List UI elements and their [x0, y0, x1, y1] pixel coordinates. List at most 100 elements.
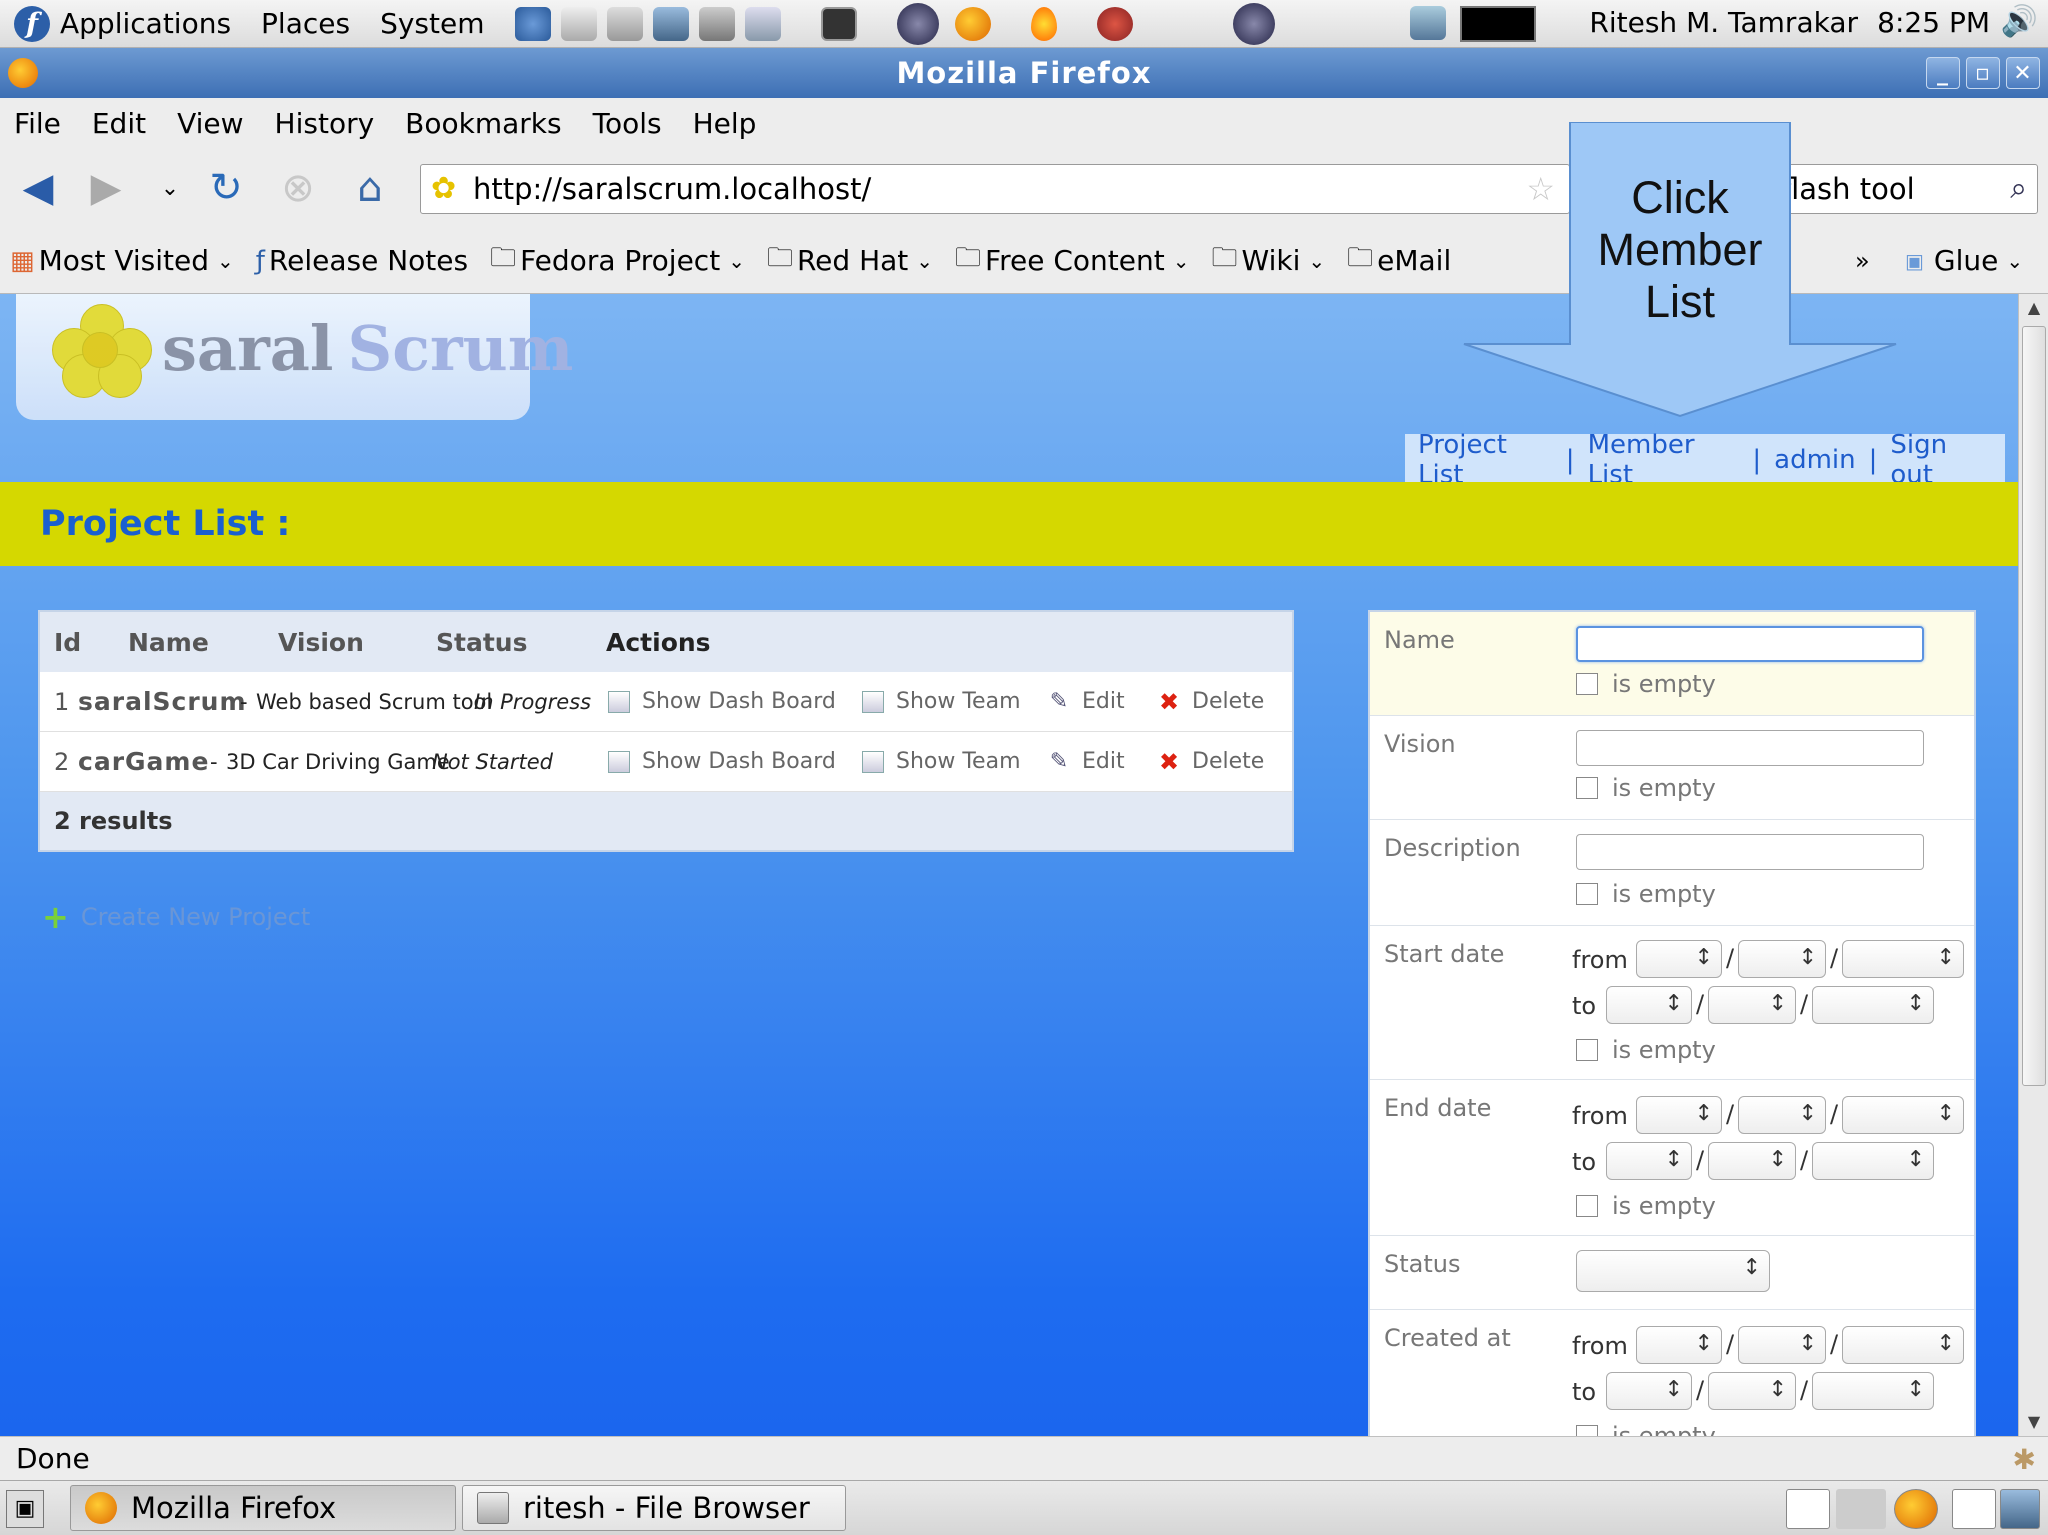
start-to-year-select[interactable] — [1812, 986, 1934, 1024]
status-select[interactable] — [1576, 1250, 1770, 1292]
presentation-launcher-icon[interactable] — [652, 6, 689, 41]
menu-edit[interactable]: Edit — [92, 107, 146, 140]
delete-link[interactable]: ✖ Delete — [1158, 748, 1264, 776]
editor-launcher-icon[interactable] — [606, 6, 643, 41]
description-filter-input[interactable] — [1576, 834, 1924, 870]
end-from-day-select[interactable] — [1636, 1096, 1722, 1134]
window-titlebar[interactable]: Mozilla Firefox _ ▫ ✕ — [0, 48, 2048, 98]
network-status-icon[interactable] — [1410, 6, 1446, 40]
site-logo[interactable]: saral Scrum — [16, 294, 573, 420]
bookmark-email[interactable]: 🗀 eMail — [1347, 239, 1451, 283]
show-team-link[interactable]: Show Team — [862, 749, 1021, 774]
camera-launcher-icon[interactable] — [698, 6, 735, 41]
menu-file[interactable]: File — [14, 107, 61, 140]
create-new-project-link[interactable]: + Create New Project — [42, 898, 310, 936]
bookmark-red-hat[interactable]: 🗀 Red Hat ⌄ — [767, 239, 933, 283]
workspace-1-icon[interactable] — [1786, 1489, 1830, 1529]
system-monitor-icon[interactable] — [1460, 6, 1536, 42]
home-icon[interactable]: ⌂ — [348, 165, 392, 211]
history-dropdown-icon[interactable]: ⌄ — [148, 166, 192, 210]
project-list-link[interactable]: Project List — [1405, 430, 1566, 490]
name-filter-input[interactable] — [1576, 626, 1924, 662]
reload-icon[interactable]: ↻ — [204, 165, 248, 211]
bookmark-wiki[interactable]: 🗀 Wiki ⌄ — [1212, 239, 1326, 283]
eclipse-alt-launcher-icon[interactable] — [1232, 2, 1275, 45]
created-from-month-select[interactable] — [1738, 1326, 1826, 1364]
sign-out-link[interactable]: Sign out — [1877, 430, 2005, 490]
scrollbar-thumb[interactable] — [2022, 326, 2046, 1086]
column-header-name[interactable]: Name — [128, 628, 209, 657]
apple-launcher-icon[interactable] — [1096, 6, 1133, 41]
column-header-status[interactable]: Status — [436, 628, 527, 657]
applications-menu[interactable]: Applications — [60, 7, 231, 40]
edit-link[interactable]: ✎ Edit — [1048, 749, 1125, 774]
vision-filter-input[interactable] — [1576, 730, 1924, 766]
start-date-is-empty-checkbox[interactable]: is empty — [1576, 1036, 1716, 1064]
scroll-down-icon[interactable]: ▼ — [2024, 1412, 2044, 1432]
menu-view[interactable]: View — [177, 107, 243, 140]
user-name[interactable]: Ritesh M. Tamrakar — [1589, 6, 1858, 39]
end-to-month-select[interactable] — [1708, 1142, 1796, 1180]
show-desktop-icon[interactable]: ▣ — [6, 1490, 44, 1528]
firefox-launcher-icon[interactable] — [954, 6, 991, 41]
back-arrow-icon[interactable]: ◀ — [16, 165, 60, 211]
search-icon[interactable]: ⌕ — [2010, 171, 2027, 206]
volume-icon[interactable]: 🔊 — [2001, 4, 2038, 39]
glue-button[interactable]: ▣ Glue ⌄ — [1905, 244, 2023, 277]
network-launcher-icon[interactable] — [514, 6, 551, 41]
admin-link[interactable]: admin — [1761, 445, 1868, 475]
menu-history[interactable]: History — [275, 107, 375, 140]
created-to-day-select[interactable] — [1606, 1372, 1692, 1410]
start-from-month-select[interactable] — [1738, 940, 1826, 978]
end-to-day-select[interactable] — [1606, 1142, 1692, 1180]
workspace-launcher-icon[interactable] — [744, 6, 781, 41]
start-from-day-select[interactable] — [1636, 940, 1722, 978]
trash-icon[interactable] — [2000, 1489, 2040, 1529]
bookmark-fedora-project[interactable]: 🗀 Fedora Project ⌄ — [490, 239, 745, 283]
created-from-day-select[interactable] — [1636, 1326, 1722, 1364]
menu-help[interactable]: Help — [693, 107, 757, 140]
end-to-year-select[interactable] — [1812, 1142, 1934, 1180]
edit-link[interactable]: ✎ Edit — [1048, 689, 1125, 714]
show-dashboard-link[interactable]: Show Dash Board — [608, 689, 836, 714]
created-to-year-select[interactable] — [1812, 1372, 1934, 1410]
column-header-id[interactable]: Id — [54, 628, 81, 657]
places-menu[interactable]: Places — [261, 7, 350, 40]
menu-tools[interactable]: Tools — [593, 107, 662, 140]
bookmark-free-content[interactable]: 🗀 Free Content ⌄ — [955, 239, 1189, 283]
start-from-year-select[interactable] — [1842, 940, 1964, 978]
clock[interactable]: 8:25 PM — [1877, 6, 1990, 39]
bookmark-release-notes[interactable]: ƒ Release Notes — [256, 244, 468, 277]
vertical-scrollbar[interactable]: ▲ ▼ — [2018, 294, 2048, 1436]
column-header-vision[interactable]: Vision — [278, 628, 364, 657]
tray-firefox-icon[interactable] — [1894, 1489, 1938, 1529]
name-is-empty-checkbox[interactable]: is empty — [1576, 670, 1716, 698]
stop-icon[interactable]: ⊗ — [276, 165, 320, 211]
minimize-button[interactable]: _ — [1926, 57, 1960, 89]
menu-bookmarks[interactable]: Bookmarks — [405, 107, 561, 140]
description-is-empty-checkbox[interactable]: is empty — [1576, 880, 1716, 908]
system-menu[interactable]: System — [380, 7, 484, 40]
maximize-button[interactable]: ▫ — [1966, 57, 2000, 89]
flame-launcher-icon[interactable] — [1030, 6, 1057, 41]
url-bar[interactable]: ✿ http://saralscrum.localhost/ ☆ — [420, 164, 1570, 214]
show-team-link[interactable]: Show Team — [862, 689, 1021, 714]
delete-link[interactable]: ✖ Delete — [1158, 688, 1264, 716]
terminal-launcher-icon[interactable] — [820, 6, 857, 41]
created-from-year-select[interactable] — [1842, 1326, 1964, 1364]
start-to-month-select[interactable] — [1708, 986, 1796, 1024]
end-date-is-empty-checkbox[interactable]: is empty — [1576, 1192, 1716, 1220]
eclipse-launcher-icon[interactable] — [896, 2, 939, 45]
forward-arrow-icon[interactable]: ▶ — [84, 165, 128, 211]
vision-is-empty-checkbox[interactable]: is empty — [1576, 774, 1716, 802]
bookmark-most-visited[interactable]: ▦ Most Visited ⌄ — [10, 244, 234, 277]
start-to-day-select[interactable] — [1606, 986, 1692, 1024]
end-from-year-select[interactable] — [1842, 1096, 1964, 1134]
created-to-month-select[interactable] — [1708, 1372, 1796, 1410]
mail-launcher-icon[interactable] — [560, 6, 597, 41]
scroll-up-icon[interactable]: ▲ — [2024, 298, 2044, 318]
end-from-month-select[interactable] — [1738, 1096, 1826, 1134]
workspace-2-icon[interactable] — [1836, 1489, 1886, 1529]
task-file-browser[interactable]: ritesh - File Browser — [462, 1485, 846, 1531]
fedora-logo-icon[interactable]: f — [14, 5, 50, 42]
